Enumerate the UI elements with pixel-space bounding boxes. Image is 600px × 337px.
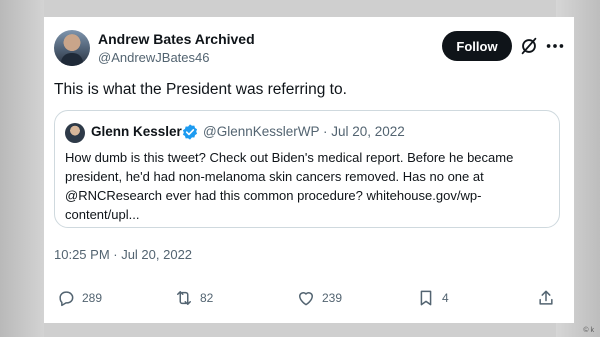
repost-count: 82 (200, 291, 214, 305)
tweet-timestamp[interactable]: 10:25 PM · Jul 20, 2022 (54, 247, 192, 262)
reply-button[interactable]: 289 (56, 287, 102, 309)
more-icon[interactable] (544, 35, 566, 57)
bookmark-icon (420, 290, 432, 306)
quoted-author-avatar[interactable] (65, 123, 85, 143)
quoted-author-name[interactable]: Glenn Kessler (91, 124, 182, 139)
background-left (0, 0, 44, 337)
verified-badge-icon (182, 124, 198, 140)
follow-button[interactable]: Follow (442, 31, 512, 61)
author-name[interactable]: Andrew Bates Archived (98, 31, 255, 47)
watermark: © k (583, 327, 594, 334)
like-button[interactable]: 239 (296, 287, 342, 309)
share-button[interactable] (536, 287, 556, 309)
bookmark-button[interactable]: 4 (416, 287, 449, 309)
bookmark-count: 4 (442, 291, 449, 305)
tweet-card: Andrew Bates Archived @AndrewJBates46 Fo… (44, 17, 574, 323)
grok-icon[interactable] (518, 35, 540, 57)
reply-count: 289 (82, 291, 103, 305)
quoted-body: How dumb is this tweet? Check out Biden'… (65, 150, 514, 222)
quoted-tweet[interactable]: Glenn Kessler @GlennKesslerWP · Jul 20, … (54, 110, 560, 228)
like-count: 239 (322, 291, 343, 305)
author-avatar[interactable] (54, 30, 90, 66)
heart-icon (299, 292, 313, 306)
reply-icon (59, 291, 74, 307)
author-handle[interactable]: @AndrewJBates46 (98, 50, 209, 65)
quoted-meta: @GlennKesslerWP · Jul 20, 2022 (203, 124, 405, 139)
repost-icon (177, 291, 191, 305)
share-icon (539, 290, 553, 305)
repost-button[interactable]: 82 (174, 287, 213, 309)
tweet-text: This is what the President was referring… (54, 81, 347, 98)
